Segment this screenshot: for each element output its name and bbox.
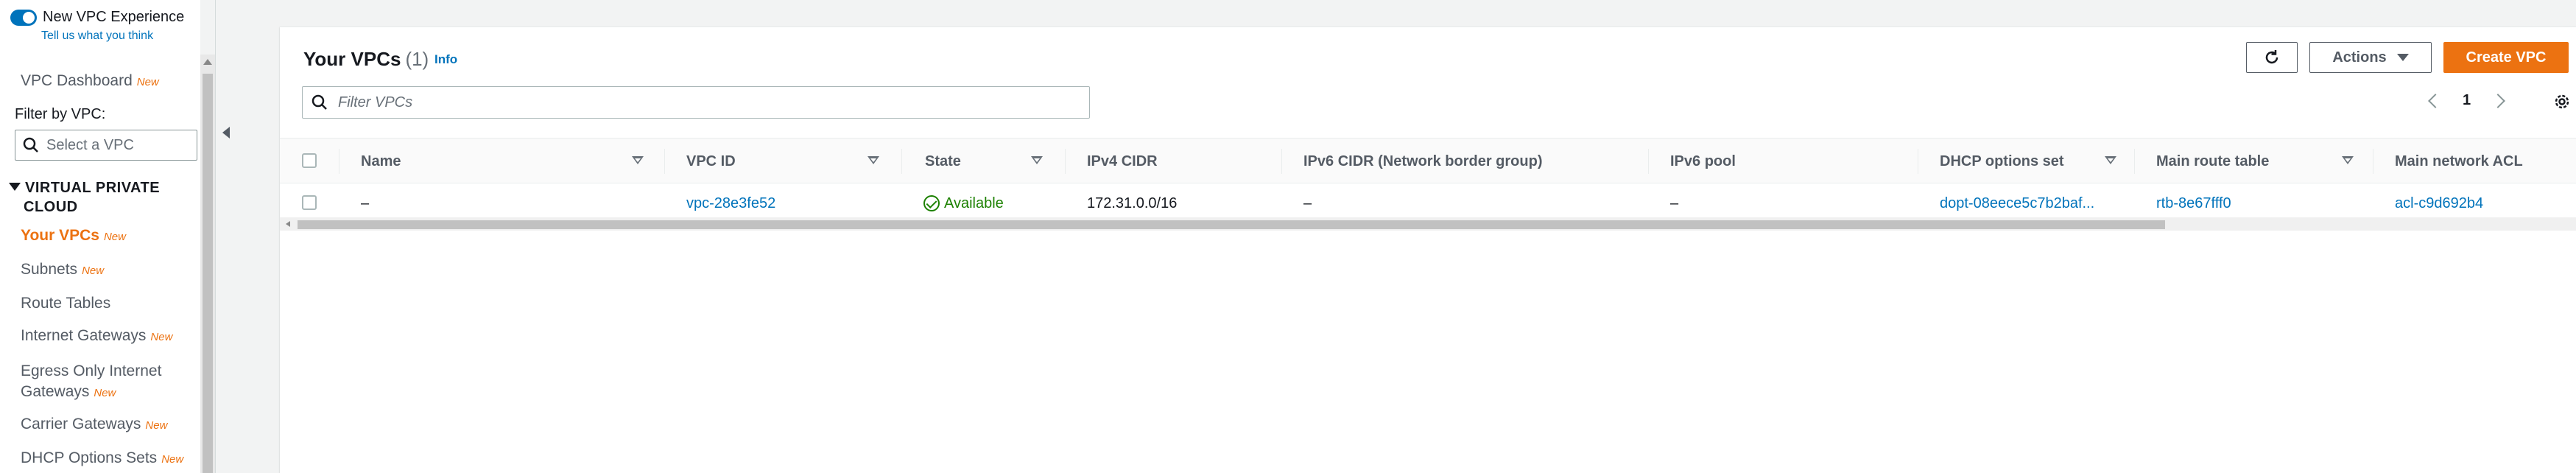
panel-title-text: Your VPCs — [303, 48, 401, 70]
column-header-vpc-id[interactable]: VPC ID — [686, 139, 736, 184]
new-badge: New — [136, 76, 159, 88]
column-header-dhcp-options-set[interactable]: DHCP options set — [1940, 139, 2064, 184]
scroll-left-icon[interactable] — [286, 221, 290, 227]
sidebar-item-label: Your VPCs — [21, 227, 99, 244]
scroll-up-icon[interactable] — [203, 59, 212, 65]
column-divider — [1065, 149, 1066, 174]
scrollbar-thumb[interactable] — [203, 74, 213, 473]
new-badge: New — [103, 231, 126, 243]
sort-icon[interactable] — [2105, 156, 2116, 164]
section-heading-line2: CLOUD — [24, 199, 78, 215]
check-circle-icon — [923, 195, 940, 211]
create-vpc-label: Create VPC — [2466, 49, 2547, 66]
column-header-name[interactable]: Name — [361, 139, 401, 184]
sidebar-scrollbar[interactable] — [200, 55, 215, 473]
sidebar-item-internet-gateways[interactable]: Internet Gateways New — [21, 327, 172, 345]
sort-icon[interactable] — [2342, 156, 2354, 164]
new-badge: New — [161, 453, 184, 466]
refresh-button[interactable] — [2246, 42, 2298, 73]
new-badge: New — [82, 264, 105, 277]
column-divider — [1648, 149, 1649, 174]
vpc-select-placeholder: Select a VPC — [46, 136, 134, 153]
table-header: Name VPC ID State IPv4 CIDR IPv6 CIDR (N… — [280, 138, 2576, 183]
sidebar-item-label-line2: Gateways — [21, 383, 90, 400]
sidebar-item-label: Internet Gateways — [21, 327, 147, 344]
sort-icon[interactable] — [632, 156, 644, 164]
sort-icon[interactable] — [868, 156, 879, 164]
column-header-ipv6-cidr[interactable]: IPv6 CIDR (Network border group) — [1303, 139, 1542, 184]
row-checkbox[interactable] — [302, 195, 317, 210]
sidebar-item-label: Subnets — [21, 261, 78, 278]
filter-vpcs-input[interactable]: Filter VPCs — [302, 86, 1090, 119]
search-icon — [23, 137, 38, 153]
sidebar-item-route-tables[interactable]: Route Tables — [21, 295, 110, 312]
state-text: Available — [944, 195, 1004, 211]
feedback-link[interactable]: Tell us what you think — [41, 29, 153, 43]
sidebar-item-label: Route Tables — [21, 295, 111, 312]
select-all-checkbox[interactable] — [302, 153, 317, 168]
column-divider — [2134, 149, 2135, 174]
toggle-switch[interactable] — [10, 9, 37, 26]
sidebar-item-egress-only-internet-gateways[interactable]: Egress Only Internet Gateways New — [21, 361, 161, 404]
sidebar-item-label: Carrier Gateways — [21, 416, 141, 432]
sort-icon[interactable] — [1031, 156, 1043, 164]
column-header-ipv4-cidr[interactable]: IPv4 CIDR — [1087, 139, 1158, 184]
sidebar-item-dhcp-options-sets[interactable]: DHCP Options Sets New — [21, 449, 183, 467]
column-header-state[interactable]: State — [925, 139, 961, 184]
info-link[interactable]: Info — [434, 52, 457, 67]
create-vpc-button[interactable]: Create VPC — [2443, 42, 2569, 73]
new-badge: New — [145, 419, 168, 432]
caret-down-icon — [9, 183, 21, 191]
sidebar-item-label-line1: Egress Only Internet — [21, 362, 162, 379]
caret-down-icon — [2396, 54, 2409, 61]
sidebar-item-subnets[interactable]: Subnets New — [21, 261, 104, 278]
column-divider — [664, 149, 665, 174]
vpc-select[interactable]: Select a VPC — [15, 130, 197, 161]
section-heading-line1: VIRTUAL PRIVATE — [25, 180, 161, 196]
section-virtual-private-cloud[interactable]: VIRTUAL PRIVATE CLOUD — [9, 178, 160, 217]
actions-label: Actions — [2332, 49, 2387, 66]
column-divider — [1281, 149, 1282, 174]
collapse-sidebar-icon[interactable] — [222, 127, 230, 139]
page-title: Your VPCs (1) — [303, 48, 429, 71]
pagination: 1 — [2428, 92, 2506, 109]
table-settings-button[interactable] — [2552, 92, 2572, 116]
actions-button[interactable]: Actions — [2309, 42, 2432, 73]
vpc-count: (1) — [405, 48, 429, 70]
column-header-ipv6-pool[interactable]: IPv6 pool — [1670, 139, 1736, 184]
refresh-icon — [2265, 50, 2278, 64]
search-placeholder: Filter VPCs — [338, 94, 413, 111]
column-header-main-network-acl[interactable]: Main network ACL — [2395, 139, 2523, 184]
sidebar-item-carrier-gateways[interactable]: Carrier Gateways New — [21, 416, 167, 433]
table-horizontal-scrollbar[interactable] — [280, 217, 2576, 231]
filter-by-vpc-label: Filter by VPC: — [15, 106, 106, 122]
chevron-left-icon[interactable] — [2428, 93, 2443, 108]
sidebar-collapse-strip[interactable] — [215, 0, 237, 473]
sidebar-item-label: DHCP Options Sets — [21, 449, 158, 466]
sidebar: New VPC Experience Tell us what you thin… — [0, 0, 200, 473]
new-badge: New — [94, 387, 116, 399]
column-header-main-route-table[interactable]: Main route table — [2156, 139, 2269, 184]
search-icon — [312, 94, 327, 110]
toggle-label: New VPC Experience — [43, 9, 185, 25]
page-number[interactable]: 1 — [2463, 92, 2471, 109]
vpcs-panel: Your VPCs (1) Info Actions Create VPC Fil… — [280, 27, 2576, 473]
gear-icon — [2555, 94, 2569, 109]
horizontal-scrollbar-thumb[interactable] — [298, 220, 2165, 229]
column-divider — [901, 149, 902, 174]
chevron-right-icon[interactable] — [2491, 93, 2506, 108]
new-badge: New — [150, 331, 173, 343]
sidebar-item-your-vpcs[interactable]: Your VPCs New — [21, 227, 126, 245]
sidebar-item-label: VPC Dashboard — [21, 72, 133, 89]
new-experience-toggle-row[interactable]: New VPC Experience — [10, 9, 184, 26]
sidebar-item-vpc-dashboard[interactable]: VPC Dashboard New — [21, 72, 159, 90]
